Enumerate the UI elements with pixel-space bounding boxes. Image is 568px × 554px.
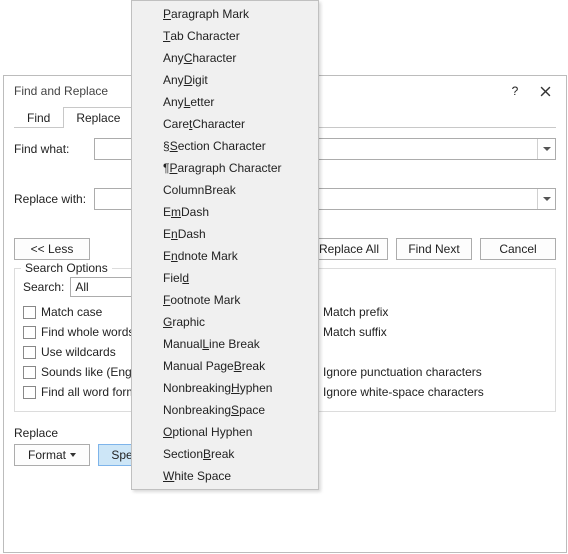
- special-menu-item[interactable]: En Dash: [133, 223, 317, 245]
- special-menu-item[interactable]: Endnote Mark: [133, 245, 317, 267]
- chevron-down-icon[interactable]: [537, 189, 555, 209]
- special-menu-item[interactable]: § Section Character: [133, 135, 317, 157]
- checkbox-icon: [23, 326, 36, 339]
- special-menu-item[interactable]: Any Letter: [133, 91, 317, 113]
- find-next-button[interactable]: Find Next: [396, 238, 472, 260]
- special-menu-item[interactable]: Caret Character: [133, 113, 317, 135]
- checkbox-icon: [23, 306, 36, 319]
- match-suffix-checkbox[interactable]: Match suffix: [305, 323, 547, 341]
- ignore-punct-checkbox[interactable]: Ignore punctuation characters: [305, 363, 547, 381]
- search-direction-label: Search:: [23, 280, 64, 294]
- special-menu-item[interactable]: Field: [133, 267, 317, 289]
- ignore-ws-checkbox[interactable]: Ignore white-space characters: [305, 383, 547, 401]
- special-menu-item[interactable]: Paragraph Mark: [133, 3, 317, 25]
- special-menu-item[interactable]: Manual Line Break: [133, 333, 317, 355]
- checkbox-icon: [23, 386, 36, 399]
- cancel-button[interactable]: Cancel: [480, 238, 556, 260]
- search-options-legend: Search Options: [21, 261, 112, 275]
- special-menu: Paragraph MarkTab CharacterAny Character…: [131, 0, 319, 490]
- chevron-down-icon[interactable]: [537, 139, 555, 159]
- special-menu-item[interactable]: Column Break: [133, 179, 317, 201]
- tab-find[interactable]: Find: [14, 107, 63, 128]
- checkbox-icon: [23, 366, 36, 379]
- special-menu-item[interactable]: Any Character: [133, 47, 317, 69]
- special-menu-item[interactable]: Any Digit: [133, 69, 317, 91]
- special-menu-item[interactable]: Tab Character: [133, 25, 317, 47]
- help-icon: ?: [512, 84, 519, 98]
- close-icon: [540, 86, 551, 97]
- replace-with-label: Replace with:: [14, 192, 94, 206]
- special-menu-item[interactable]: Graphic: [133, 311, 317, 333]
- close-button[interactable]: [530, 79, 560, 103]
- special-menu-item[interactable]: Nonbreaking Hyphen: [133, 377, 317, 399]
- special-menu-item[interactable]: Manual Page Break: [133, 355, 317, 377]
- find-what-label: Find what:: [14, 142, 94, 156]
- checkbox-icon: [23, 346, 36, 359]
- special-menu-item[interactable]: Em Dash: [133, 201, 317, 223]
- tab-replace[interactable]: Replace: [63, 107, 133, 128]
- special-menu-item[interactable]: ¶ Paragraph Character: [133, 157, 317, 179]
- format-button[interactable]: Format: [14, 444, 90, 466]
- special-menu-item[interactable]: Section Break: [133, 443, 317, 465]
- special-menu-item[interactable]: Nonbreaking Space: [133, 399, 317, 421]
- help-button[interactable]: ?: [500, 79, 530, 103]
- less-button[interactable]: << Less: [14, 238, 90, 260]
- special-menu-item[interactable]: Optional Hyphen: [133, 421, 317, 443]
- replace-all-button[interactable]: Replace All: [310, 238, 388, 260]
- special-menu-item[interactable]: Footnote Mark: [133, 289, 317, 311]
- match-prefix-checkbox[interactable]: Match prefix: [305, 303, 547, 321]
- search-direction-select[interactable]: All: [70, 277, 140, 297]
- chevron-down-icon: [70, 453, 76, 457]
- special-menu-item[interactable]: White Space: [133, 465, 317, 487]
